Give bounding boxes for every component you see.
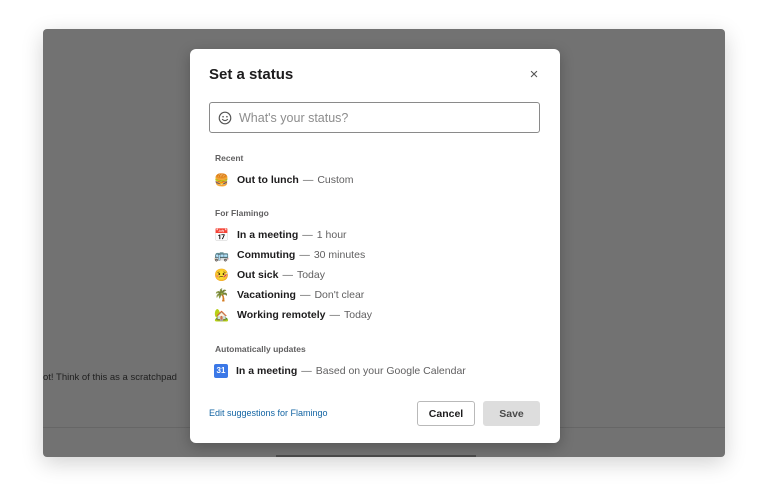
sick-face-icon: 🤒 xyxy=(214,267,229,282)
status-detail: 1 hour xyxy=(316,229,347,241)
status-dash: — xyxy=(329,309,341,321)
modal-title: Set a status xyxy=(209,66,294,83)
scratchpad-text: ot! Think of this as a scratchpad xyxy=(43,372,177,383)
status-item-out-to-lunch[interactable]: 🍔 Out to lunch — Custom xyxy=(214,172,354,188)
save-button[interactable]: Save xyxy=(483,401,540,426)
status-dash: — xyxy=(299,289,311,301)
house-icon: 🏡 xyxy=(214,307,229,322)
cancel-button[interactable]: Cancel xyxy=(417,401,475,426)
status-detail: Based on your Google Calendar xyxy=(315,365,466,377)
status-dash: — xyxy=(301,365,312,377)
bus-icon: 🚌 xyxy=(214,247,229,262)
status-dash: — xyxy=(302,174,314,186)
status-detail: Today xyxy=(296,269,325,281)
status-detail: Don't clear xyxy=(314,289,365,301)
status-item-working-remotely[interactable]: 🏡 Working remotely — Today xyxy=(214,307,372,323)
close-icon[interactable]: × xyxy=(526,67,542,83)
google-calendar-icon: 31 xyxy=(214,364,228,378)
hamburger-icon: 🍔 xyxy=(214,172,229,187)
status-name: In a meeting xyxy=(237,229,299,241)
set-status-modal: Set a status × Recent 🍔 Out to lunch — C… xyxy=(190,49,560,443)
status-name: Vacationing xyxy=(237,289,296,301)
section-label-recent: Recent xyxy=(215,153,244,163)
calendar-icon: 📅 xyxy=(214,227,229,242)
status-detail: Today xyxy=(344,309,373,321)
background-scrollbar xyxy=(276,455,476,457)
palm-tree-icon: 🌴 xyxy=(214,287,229,302)
status-dash: — xyxy=(282,269,293,281)
status-input-container[interactable] xyxy=(209,102,540,133)
status-item-vacationing[interactable]: 🌴 Vacationing — Don't clear xyxy=(214,287,364,303)
status-name: Working remotely xyxy=(237,309,326,321)
smiley-icon[interactable] xyxy=(218,111,232,125)
status-input[interactable] xyxy=(239,110,529,125)
section-label-automatically-updates: Automatically updates xyxy=(215,344,306,354)
status-item-in-a-meeting[interactable]: 📅 In a meeting — 1 hour xyxy=(214,227,347,243)
status-name: Out sick xyxy=(237,269,279,281)
section-label-for-flamingo: For Flamingo xyxy=(215,208,269,218)
status-name: Commuting xyxy=(237,249,296,261)
status-detail: Custom xyxy=(317,174,354,186)
status-dash: — xyxy=(302,229,313,241)
status-detail: 30 minutes xyxy=(313,249,366,261)
status-item-commuting[interactable]: 🚌 Commuting — 30 minutes xyxy=(214,247,365,263)
status-dash: — xyxy=(299,249,310,261)
status-item-google-calendar-meeting[interactable]: 31 In a meeting — Based on your Google C… xyxy=(214,363,466,379)
status-name: Out to lunch xyxy=(237,174,299,186)
edit-suggestions-link[interactable]: Edit suggestions for Flamingo xyxy=(209,408,328,418)
status-name: In a meeting xyxy=(236,365,298,377)
status-item-out-sick[interactable]: 🤒 Out sick — Today xyxy=(214,267,325,283)
